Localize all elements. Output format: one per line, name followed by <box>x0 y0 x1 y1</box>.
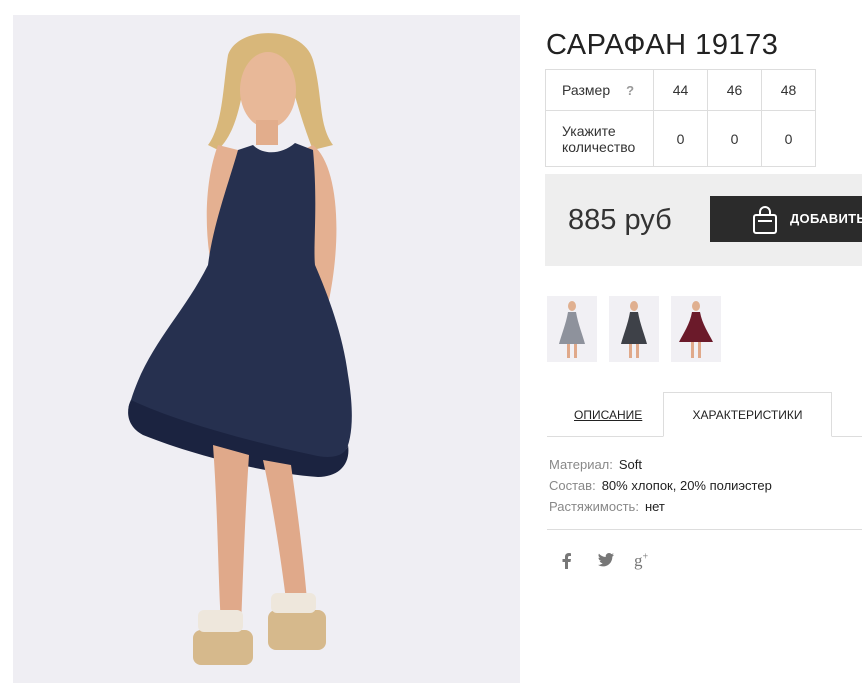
property-key: Материал: <box>549 457 613 472</box>
quantity-input-44[interactable]: 0 <box>653 110 708 167</box>
size-row: Размер? 44 46 48 <box>545 69 816 111</box>
tab-description[interactable]: ОПИСАНИЕ <box>574 408 642 422</box>
size-label-cell: Размер? <box>545 69 654 111</box>
product-tabs: ОПИСАНИЕ ХАРАКТЕРИСТИКИ <box>547 392 862 437</box>
woman-in-navy-dress-image <box>13 15 520 683</box>
property-composition: Состав: 80% хлопок, 20% полиэстер <box>549 475 772 496</box>
property-material: Материал: Soft <box>549 454 772 475</box>
grey-dress-thumbnail[interactable] <box>547 296 597 362</box>
property-value: нет <box>644 499 665 514</box>
size-46[interactable]: 46 <box>707 69 762 111</box>
product-photo[interactable] <box>13 15 520 683</box>
property-key: Растяжимость: <box>549 499 639 514</box>
property-value: 80% хлопок, 20% полиэстер <box>601 478 772 493</box>
price-box: 885 руб ДОБАВИТЬ <box>545 174 862 266</box>
google-plus-icon[interactable]: g+ <box>634 551 648 571</box>
size-help-icon[interactable]: ? <box>626 83 634 98</box>
tab-characteristics[interactable]: ХАРАКТЕРИСТИКИ <box>663 392 832 437</box>
burgundy-dress-thumbnail[interactable] <box>671 296 721 362</box>
quantity-input-46[interactable]: 0 <box>707 110 762 167</box>
quantity-input-48[interactable]: 0 <box>761 110 816 167</box>
shopping-bag-icon <box>752 206 778 237</box>
dark-grey-dress-thumbnail[interactable] <box>609 296 659 362</box>
property-key: Состав: <box>549 478 596 493</box>
product-title: САРАФАН 19173 <box>546 29 779 62</box>
size-quantity-table: Размер? 44 46 48 Укажите количество 0 0 … <box>545 69 816 167</box>
size-48[interactable]: 48 <box>761 69 816 111</box>
add-to-cart-label: ДОБАВИТЬ <box>790 211 862 226</box>
twitter-icon[interactable] <box>598 553 614 572</box>
characteristics-list: Материал: Soft Состав: 80% хлопок, 20% пол… <box>549 454 772 517</box>
size-label: Размер <box>562 82 611 98</box>
add-to-cart-button[interactable]: ДОБАВИТЬ <box>710 196 862 242</box>
divider <box>547 529 862 530</box>
property-value: Soft <box>618 457 643 472</box>
quantity-row: Укажите количество 0 0 0 <box>545 110 816 167</box>
property-stretch: Растяжимость: нет <box>549 496 772 517</box>
quantity-label: Укажите количество <box>545 110 654 167</box>
price: 885 руб <box>568 204 672 236</box>
size-44[interactable]: 44 <box>653 69 708 111</box>
facebook-icon[interactable] <box>562 553 572 574</box>
